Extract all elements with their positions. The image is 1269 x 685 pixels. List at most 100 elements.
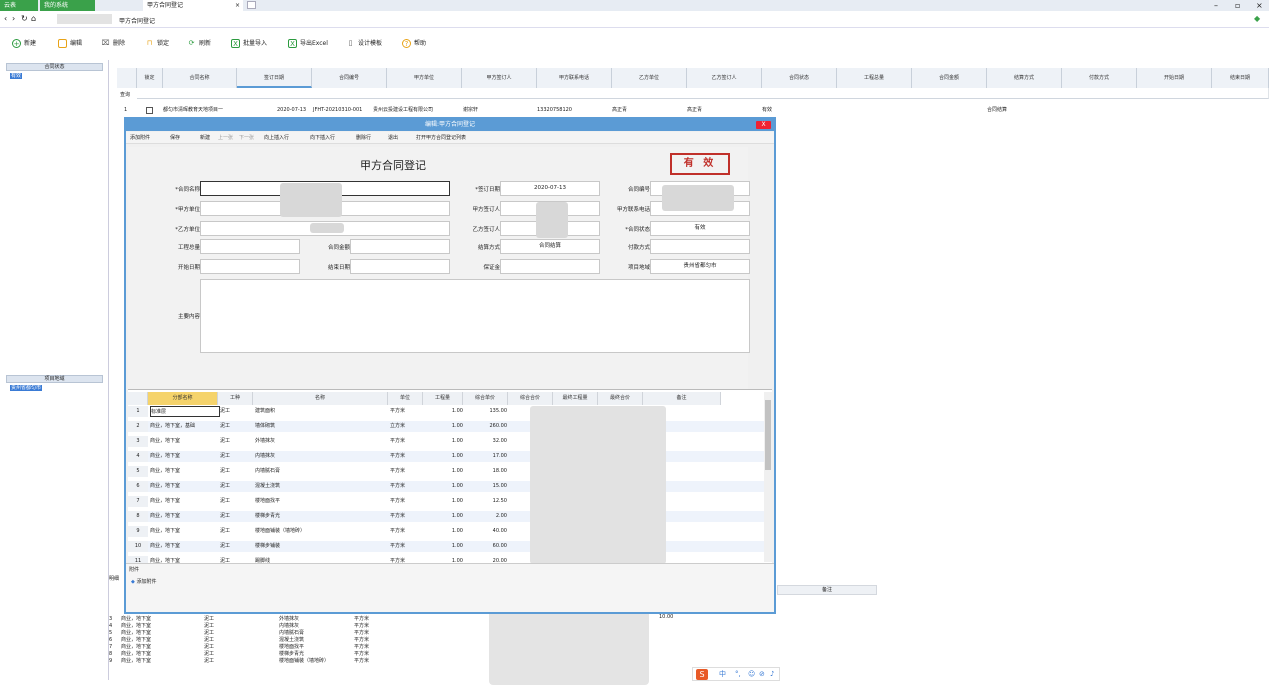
refresh-icon[interactable]: ↻ <box>21 14 28 23</box>
detail-cell[interactable]: 平方米 <box>390 481 425 492</box>
delete-row-button[interactable]: 删除行 <box>356 134 371 142</box>
detail-row[interactable]: 5 商业，地下室 泥工 内墙腻石膏 平方米 1.00 18.00 <box>128 466 768 477</box>
col-header[interactable]: 合同状态 <box>762 68 837 88</box>
detail-cell[interactable]: 楼地面找平 <box>255 496 390 507</box>
detail-cell[interactable]: 商业，地下室 <box>150 496 220 507</box>
filter-row[interactable] <box>137 88 1269 99</box>
back-icon[interactable]: ‹ <box>4 14 7 23</box>
content-textarea[interactable] <box>200 279 750 353</box>
detail-cell[interactable]: 平方米 <box>390 406 425 417</box>
detail-row[interactable]: 9 商业，地下室 泥工 楼地面铺装（墙地砖） 平方米 1.00 40.00 <box>128 526 768 537</box>
detail-cell[interactable]: 泥工 <box>220 436 255 447</box>
minimize-icon[interactable]: – <box>1214 0 1218 11</box>
detail-cell[interactable]: 商业，地下室 <box>150 436 220 447</box>
col-header[interactable]: 结束日期 <box>1212 68 1269 88</box>
close-window-icon[interactable]: × <box>1256 0 1263 11</box>
col-header[interactable]: 工程总量 <box>837 68 912 88</box>
col-header[interactable]: 锁定 <box>137 68 163 88</box>
new-tab-button[interactable] <box>247 1 256 9</box>
detail-cell[interactable]: 1.00 <box>425 541 463 552</box>
col-header[interactable]: 单位 <box>388 392 423 405</box>
tab-close-icon[interactable]: × <box>231 0 241 11</box>
detail-cell[interactable]: 60.00 <box>465 541 507 552</box>
attachment-tab[interactable]: 附件 <box>129 566 139 573</box>
dialog-close-button[interactable]: X <box>756 121 771 129</box>
detail-cell[interactable]: 泥工 <box>220 541 255 552</box>
detail-cell[interactable]: 1.00 <box>425 436 463 447</box>
detail-cell[interactable]: 17.00 <box>465 451 507 462</box>
detail-row[interactable]: 6 商业，地下室 泥工 混凝土浇筑 平方米 1.00 15.00 <box>128 481 768 492</box>
save-button[interactable]: 保存 <box>170 134 180 142</box>
sogou-icon[interactable]: S <box>696 669 708 680</box>
col-header[interactable]: 甲方单位 <box>387 68 462 88</box>
bottom-row[interactable]: 8 商业，地下室 泥工 楼梯步青光 平方米 <box>109 651 489 658</box>
detail-cell[interactable]: 1.00 <box>425 496 463 507</box>
region-item[interactable]: 贵州省都匀市 <box>10 384 43 391</box>
insert-above-button[interactable]: 向上插入行 <box>264 134 289 142</box>
export-button[interactable]: X 导出Excel <box>288 38 328 50</box>
detail-row[interactable]: 7 商业，地下室 泥工 楼地面找平 平方米 1.00 12.50 <box>128 496 768 507</box>
bottom-row[interactable]: 5 商业，地下室 泥工 内墙腻石膏 平方米 <box>109 630 489 637</box>
status-input[interactable]: 有效 <box>650 221 750 236</box>
open-list-button[interactable]: 打开甲方合同登记列表 <box>416 134 466 142</box>
detail-cell[interactable]: 平方米 <box>390 466 425 477</box>
forward-icon[interactable]: › <box>12 14 15 23</box>
add-attachment-button[interactable]: 添加附件 <box>130 134 150 142</box>
detail-cell[interactable]: 平方米 <box>390 526 425 537</box>
detail-cell[interactable]: 商业，地下室，基础 <box>150 421 220 432</box>
mic-icon[interactable]: ♪ <box>770 668 774 680</box>
detail-cell[interactable]: 1.00 <box>425 481 463 492</box>
detail-cell[interactable]: 楼梯步青光 <box>255 511 390 522</box>
emoji-icon[interactable]: ☺ <box>748 668 755 680</box>
bottom-row[interactable]: 6 商业，地下室 泥工 混凝土浇筑 平方米 <box>109 637 489 644</box>
col-header[interactable]: 开始日期 <box>1137 68 1212 88</box>
detail-cell[interactable]: 商业，地下室 <box>150 511 220 522</box>
detail-cell[interactable]: 建筑面积 <box>255 406 390 417</box>
detail-cell[interactable]: 泥工 <box>220 451 255 462</box>
detail-cell[interactable]: 泥工 <box>220 511 255 522</box>
region-input[interactable]: 贵州省都匀市 <box>650 259 750 274</box>
col-header[interactable]: 合同金额 <box>912 68 987 88</box>
col-header[interactable]: 甲方签订人 <box>462 68 537 88</box>
prev-button[interactable]: 上一张 <box>218 134 233 142</box>
detail-cell[interactable]: 2.00 <box>465 511 507 522</box>
col-header[interactable]: 分部名称 <box>148 392 218 405</box>
detail-cell[interactable]: 标准层 <box>150 406 220 417</box>
bottom-row[interactable]: 9 商业，地下室 泥工 楼地面铺装（墙地砖） 平方米 <box>109 658 489 665</box>
refresh-button[interactable]: ⟳ 刷新 <box>187 38 211 50</box>
detail-cell[interactable]: 40.00 <box>465 526 507 537</box>
detail-cell[interactable]: 内墙抹灰 <box>255 451 390 462</box>
col-header[interactable]: 结算方式 <box>987 68 1062 88</box>
edit-button[interactable]: 编辑 <box>58 38 82 50</box>
tab-my-system[interactable]: 我的系统 <box>40 0 95 11</box>
col-header[interactable]: 乙方签订人 <box>687 68 762 88</box>
new-button[interactable]: + 新建 <box>12 38 36 50</box>
lock-checkbox[interactable] <box>146 107 153 114</box>
detail-cell[interactable]: 260.00 <box>465 421 508 432</box>
detail-cell[interactable]: 1.00 <box>425 406 463 417</box>
settle-input[interactable]: 合同结算 <box>500 239 600 254</box>
table-row[interactable]: 1 都匀市清晖教育天地项目一 2020-07-13 JFHT-20210310-… <box>117 105 1269 115</box>
pay-input[interactable] <box>650 239 750 254</box>
detail-cell[interactable]: 18.00 <box>465 466 507 477</box>
col-header[interactable]: 乙方单位 <box>612 68 687 88</box>
detail-cell[interactable]: 立方米 <box>390 421 425 432</box>
lock-button[interactable]: ⊓ 锁定 <box>145 38 169 50</box>
col-header[interactable]: 合同编号 <box>312 68 387 88</box>
detail-cell[interactable]: 泥工 <box>220 526 255 537</box>
sign-date-input[interactable]: 2020-07-13 <box>500 181 600 196</box>
detail-cell[interactable]: 平方米 <box>390 436 425 447</box>
new-record-button[interactable]: 新建 <box>200 134 210 142</box>
detail-cell[interactable]: 泥工 <box>220 466 255 477</box>
detail-row[interactable]: 3 商业，地下室 泥工 外墙抹灰 平方米 1.00 32.00 <box>128 436 768 447</box>
detail-cell[interactable]: 内墙腻石膏 <box>255 466 390 477</box>
col-header[interactable]: 合同名称 <box>163 68 237 88</box>
detail-cell[interactable]: 商业，地下室 <box>150 466 220 477</box>
col-header[interactable]: 最终工程量 <box>553 392 598 405</box>
detail-row[interactable]: 4 商业，地下室 泥工 内墙抹灰 平方米 1.00 17.00 <box>128 451 768 462</box>
col-header[interactable]: 工种 <box>218 392 253 405</box>
tab-contract-register[interactable]: 甲方合同登记 <box>143 0 243 11</box>
detail-cell[interactable]: 平方米 <box>390 451 425 462</box>
delete-button[interactable]: ⌧ 删除 <box>101 38 125 50</box>
import-button[interactable]: X 批量导入 <box>231 38 267 50</box>
